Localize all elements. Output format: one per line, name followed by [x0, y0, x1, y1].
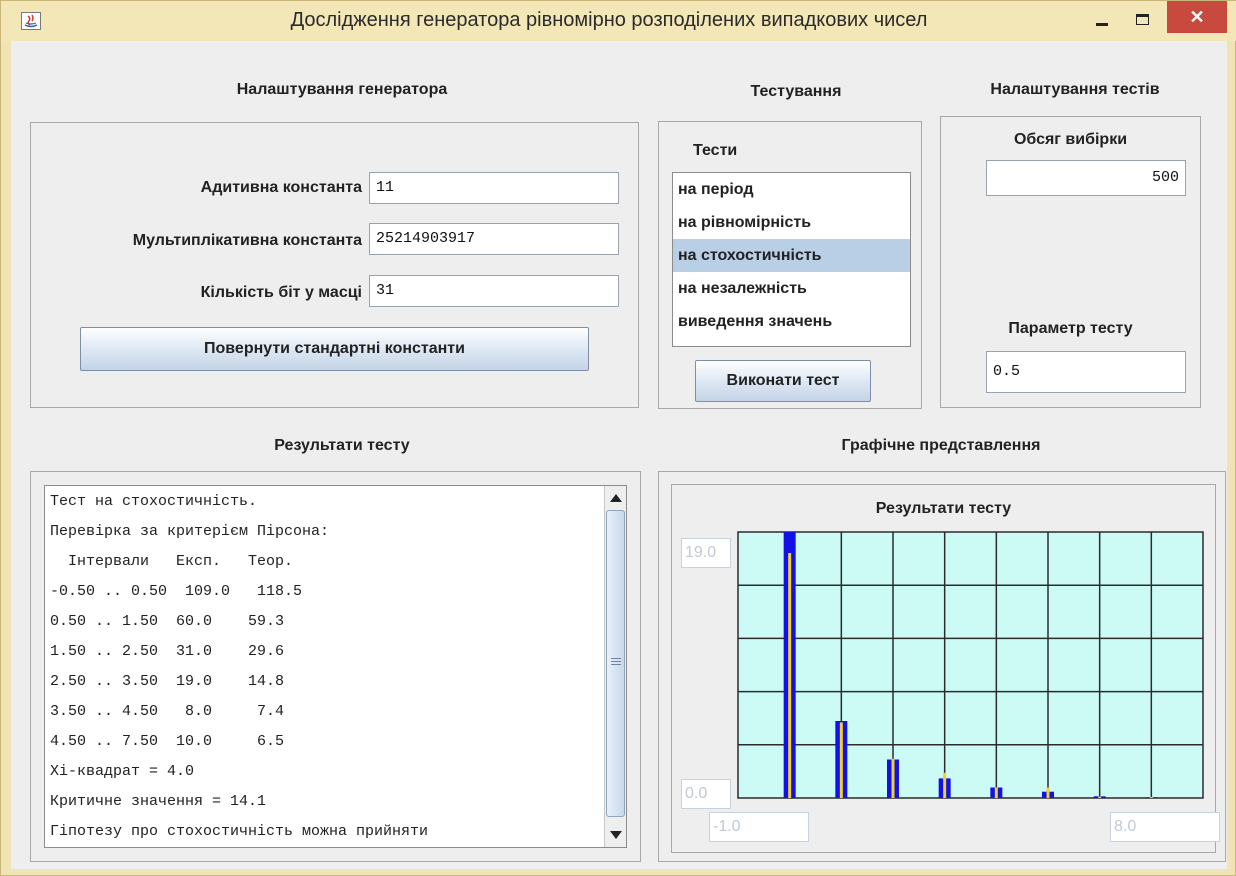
results-line: -0.50 .. 0.50 109.0 118.5: [50, 583, 303, 600]
test-settings-panel: Обсяг вибірки 500 Параметр тесту 0.5: [940, 116, 1201, 408]
results-line: 0.50 .. 1.50 60.0 59.3: [50, 613, 285, 630]
additive-constant-label: Адитивна константа: [200, 179, 362, 196]
run-test-button[interactable]: Виконати тест: [695, 360, 871, 402]
tests-list-item[interactable]: на рівномірність: [673, 206, 910, 239]
maximize-icon: [1135, 13, 1149, 25]
results-line: 2.50 .. 3.50 19.0 14.8: [50, 673, 285, 690]
theoretical-bar: [1149, 796, 1153, 798]
window-title: Дослідження генератора рівномірно розпод…: [290, 9, 928, 31]
graph-panel: Результати тесту 19.0 0.0 -1.0 8.0: [658, 471, 1226, 862]
generator-panel: Адитивна константа 11 Мультиплікативна к…: [30, 122, 639, 408]
sample-size-label: Обсяг вибірки: [1013, 131, 1128, 148]
theoretical-bar: [788, 553, 792, 798]
results-line: Тест на стохостичність.: [50, 493, 258, 510]
app-window: Дослідження генератора рівномірно розпод…: [0, 0, 1236, 876]
results-section-title: Результати тесту: [274, 437, 410, 454]
testing-panel: Тести на період на рівномірність на стохос…: [658, 121, 922, 409]
scroll-down-arrow[interactable]: [605, 823, 626, 847]
results-line: 3.50 .. 4.50 8.0 7.4: [50, 703, 285, 720]
theoretical-bar: [1098, 796, 1102, 798]
y-max-label: 19.0: [681, 538, 731, 568]
multiplicative-constant-input[interactable]: 25214903917: [369, 223, 619, 255]
x-min-label: -1.0: [709, 812, 809, 842]
theoretical-bar: [943, 772, 947, 798]
test-settings-section-title: Налаштування тестів: [990, 81, 1160, 98]
tests-list-item[interactable]: на незалежність: [673, 272, 910, 305]
tests-list[interactable]: на період на рівномірність на стохостичніс…: [672, 172, 911, 347]
graph-section-title: Графічне представлення: [841, 437, 1041, 454]
sample-size-input[interactable]: 500: [986, 160, 1186, 196]
results-line: Критичне значення = 14.1: [50, 793, 267, 810]
y-min-label: 0.0: [681, 779, 731, 809]
close-icon: ✕: [1189, 6, 1205, 27]
reset-constants-button[interactable]: Повернути стандартні константи: [80, 327, 589, 371]
scroll-up-arrow[interactable]: [605, 486, 626, 510]
results-panel: Тест на стохостичність. Перевірка за крит…: [30, 471, 641, 862]
mask-bits-input[interactable]: 31: [369, 275, 619, 307]
tests-list-title: Тести: [693, 142, 738, 159]
minimize-button[interactable]: [1084, 1, 1120, 37]
additive-constant-input[interactable]: 11: [369, 172, 619, 204]
results-lines: Тест на стохостичність. Перевірка за крит…: [45, 487, 605, 847]
results-line: Гіпотезу про стохостичність можна прийня…: [50, 823, 429, 840]
chart-container: Результати тесту 19.0 0.0 -1.0 8.0: [671, 484, 1220, 853]
generator-section-title: Налаштування генератора: [236, 81, 448, 98]
x-max-label: 8.0: [1110, 812, 1220, 842]
results-line: Хі-квадрат = 4.0: [50, 763, 195, 780]
results-line: Інтервали Експ. Теор.: [50, 553, 294, 570]
client-area: Налаштування генератора Адитивна констан…: [11, 41, 1227, 869]
chart-svg: [737, 531, 1204, 799]
plot-area: [737, 531, 1204, 799]
multiplicative-constant-label: Мультиплікативна константа: [132, 232, 362, 249]
testing-section-title: Тестування: [750, 83, 842, 100]
scroll-thumb-grip: [611, 658, 621, 667]
results-line: 1.50 .. 2.50 31.0 29.6: [50, 643, 285, 660]
mask-bits-label: Кількість біт у масці: [200, 284, 362, 301]
results-text-area[interactable]: Тест на стохостичність. Перевірка за крит…: [44, 485, 627, 848]
minimize-icon: [1096, 22, 1108, 26]
theoretical-bar: [994, 787, 998, 798]
theoretical-bar: [1046, 787, 1050, 798]
tests-list-item[interactable]: на стохостичність: [673, 239, 910, 272]
test-parameter-input[interactable]: 0.5: [986, 351, 1186, 393]
theoretical-bar: [839, 722, 843, 798]
scroll-thumb[interactable]: [606, 510, 625, 817]
maximize-button[interactable]: [1124, 1, 1160, 37]
title-bar[interactable]: Дослідження генератора рівномірно розпод…: [1, 1, 1236, 41]
results-line: 4.50 .. 7.50 10.0 6.5: [50, 733, 285, 750]
tests-list-item[interactable]: виведення значень: [673, 305, 910, 338]
test-parameter-label: Параметр тесту: [1008, 320, 1133, 337]
theoretical-bar: [891, 758, 895, 798]
results-scrollbar[interactable]: [604, 486, 626, 847]
tests-list-item[interactable]: на період: [673, 173, 910, 206]
close-button[interactable]: ✕: [1167, 1, 1227, 33]
results-line: Перевірка за критерієм Пірсона:: [50, 523, 330, 540]
